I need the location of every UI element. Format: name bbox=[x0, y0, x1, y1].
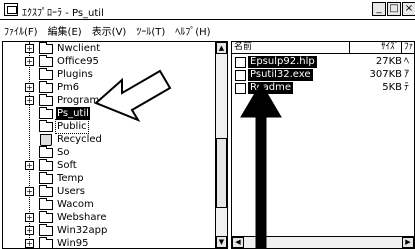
folder-icon bbox=[39, 120, 53, 132]
folder-tree-pane[interactable]: + Nwclient + Office95 Plugins + Pm6 + Pr… bbox=[2, 41, 228, 249]
expand-toggle[interactable]: + bbox=[25, 161, 34, 170]
tree-item-label[interactable]: Public bbox=[55, 119, 89, 134]
column-header-name[interactable]: 名前 bbox=[232, 42, 350, 54]
scroll-thumb[interactable] bbox=[216, 138, 227, 208]
recycle-bin-icon bbox=[40, 134, 52, 146]
folder-icon bbox=[39, 81, 53, 93]
close-button[interactable]: × bbox=[402, 2, 415, 16]
folder-icon bbox=[39, 42, 53, 54]
open-folder-icon bbox=[39, 107, 53, 119]
tree-item-label[interactable]: Win95 bbox=[56, 237, 90, 248]
explorer-app-icon bbox=[4, 3, 18, 16]
tree-item-label[interactable]: Wacom bbox=[56, 198, 95, 211]
help-file-icon bbox=[235, 57, 246, 68]
folder-icon bbox=[39, 159, 53, 171]
menu-tools[interactable]: ﾂｰﾙ(T) bbox=[132, 22, 171, 38]
file-size: 5KB bbox=[382, 82, 402, 93]
tree-item-label[interactable]: Recycled bbox=[56, 133, 103, 146]
maximize-button[interactable]: □ bbox=[387, 2, 401, 16]
expand-toggle[interactable]: + bbox=[25, 213, 34, 222]
expand-toggle[interactable]: + bbox=[25, 96, 34, 105]
explorer-window: ｴｸｽﾌﾟﾛｰﾗ - Ps_util _ □ × ﾌｧｲﾙ(F) 編集(E) 表… bbox=[0, 0, 415, 249]
title-bar: ｴｸｽﾌﾟﾛｰﾗ - Ps_util _ □ × bbox=[0, 0, 415, 20]
folder-icon bbox=[39, 94, 53, 106]
tree-item-label[interactable]: Office95 bbox=[56, 55, 100, 68]
list-horizontal-scrollbar[interactable]: ◀ ▶ bbox=[232, 236, 414, 248]
file-type: ﾍ bbox=[404, 56, 409, 67]
tree-item-label[interactable]: Program Files bbox=[56, 94, 125, 107]
tree-item-label[interactable]: Pm6 bbox=[56, 81, 80, 94]
folder-icon bbox=[39, 146, 53, 158]
folder-icon bbox=[39, 211, 53, 223]
tree-item-label[interactable]: So bbox=[56, 146, 70, 159]
file-list-pane[interactable]: 名前 ｻｲｽﾞ ﾌｧ Epsulp92.hlp 27KB ﾍ Psutil32.… bbox=[231, 41, 415, 249]
expand-toggle[interactable]: + bbox=[25, 44, 34, 53]
menu-edit[interactable]: 編集(E) bbox=[44, 22, 88, 38]
menu-help[interactable]: ﾍﾙﾌﾟ(H) bbox=[171, 22, 216, 38]
file-size: 307KB bbox=[369, 69, 402, 80]
text-file-icon bbox=[235, 83, 246, 94]
menu-view[interactable]: 表示(V) bbox=[88, 22, 133, 38]
file-type: ｱ bbox=[404, 69, 409, 80]
file-row[interactable]: Psutil32.exe 307KB ｱ bbox=[232, 69, 414, 82]
expand-toggle[interactable]: + bbox=[25, 83, 34, 92]
expand-toggle[interactable]: + bbox=[25, 57, 34, 66]
folder-icon bbox=[39, 198, 53, 210]
window-title: ｴｸｽﾌﾟﾛｰﾗ - Ps_util bbox=[22, 8, 104, 19]
folder-icon bbox=[39, 237, 53, 248]
file-row[interactable]: Readme 5KB ﾃ bbox=[232, 82, 414, 95]
tree-item-label[interactable]: Plugins bbox=[56, 68, 94, 81]
folder-icon bbox=[39, 55, 53, 67]
tree-item-label[interactable]: Temp bbox=[56, 172, 85, 185]
tree-item-label[interactable]: Users bbox=[56, 185, 86, 198]
column-header-type[interactable]: ﾌｧ bbox=[402, 42, 414, 54]
file-name[interactable]: Epsulp92.hlp bbox=[248, 56, 317, 68]
file-size: 27KB bbox=[375, 56, 402, 67]
file-type: ﾃ bbox=[404, 82, 409, 93]
scroll-right-arrow-icon[interactable]: ▶ bbox=[402, 237, 414, 248]
folder-icon bbox=[39, 185, 53, 197]
exe-file-icon bbox=[235, 70, 246, 81]
minimize-button[interactable]: _ bbox=[372, 2, 386, 16]
tree-vertical-scrollbar[interactable]: ▲ ▼ bbox=[215, 42, 227, 248]
tree-item-label[interactable]: Soft bbox=[56, 159, 78, 172]
file-name[interactable]: Readme bbox=[248, 82, 294, 94]
column-header-size[interactable]: ｻｲｽﾞ bbox=[350, 42, 402, 54]
scroll-down-arrow-icon[interactable]: ▼ bbox=[216, 236, 227, 248]
expand-toggle[interactable]: + bbox=[25, 187, 34, 196]
menu-file[interactable]: ﾌｧｲﾙ(F) bbox=[0, 22, 44, 38]
file-row[interactable]: Epsulp92.hlp 27KB ﾍ bbox=[232, 56, 414, 69]
tree-item-label[interactable]: Ps_util bbox=[56, 107, 90, 120]
expand-toggle[interactable]: + bbox=[25, 226, 34, 235]
tree-item-label[interactable]: Webshare bbox=[56, 211, 108, 224]
folder-icon bbox=[39, 224, 53, 236]
scroll-left-arrow-icon[interactable]: ◀ bbox=[232, 237, 244, 248]
scroll-up-arrow-icon[interactable]: ▲ bbox=[216, 42, 227, 54]
tree-item-label[interactable]: Win32app bbox=[56, 224, 108, 237]
folder-icon bbox=[39, 172, 53, 184]
folder-icon bbox=[39, 68, 53, 80]
tree-item-label[interactable]: Nwclient bbox=[56, 42, 101, 55]
menu-bar: ﾌｧｲﾙ(F) 編集(E) 表示(V) ﾂｰﾙ(T) ﾍﾙﾌﾟ(H) bbox=[0, 22, 415, 38]
file-name[interactable]: Psutil32.exe bbox=[248, 69, 313, 81]
expand-toggle[interactable]: + bbox=[25, 239, 34, 248]
